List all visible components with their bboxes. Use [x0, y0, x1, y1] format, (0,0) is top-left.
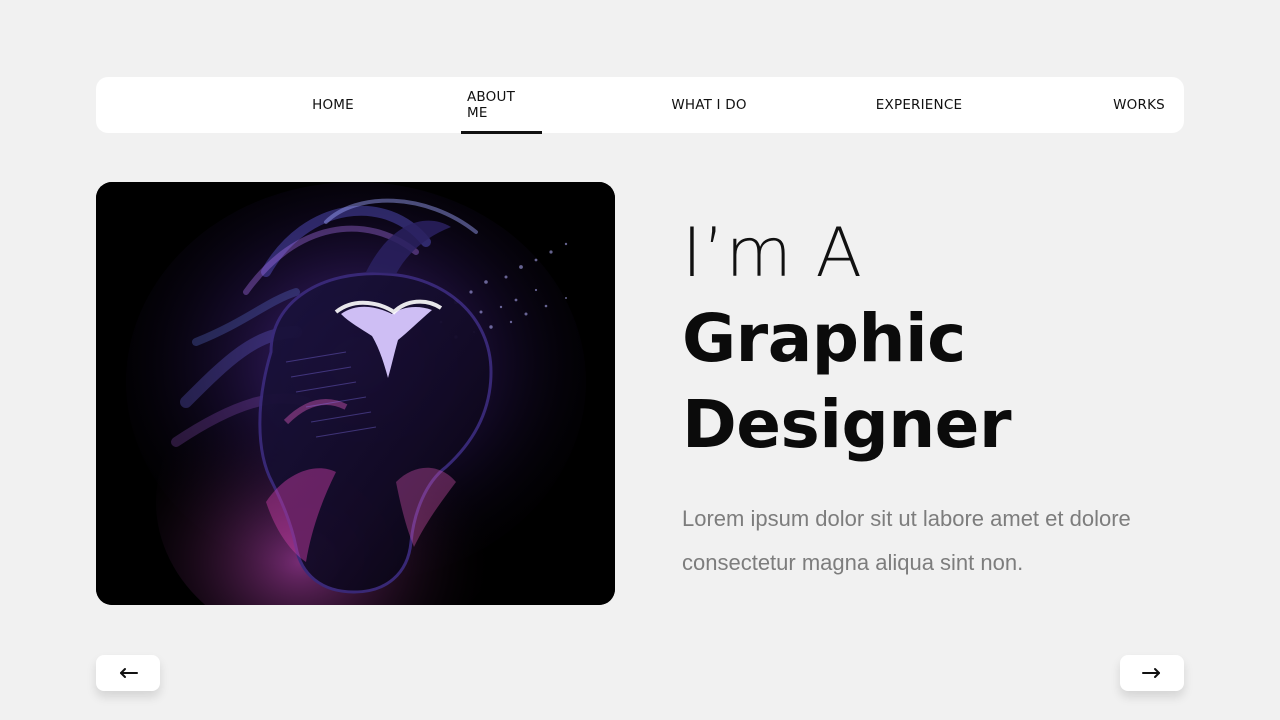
previous-button[interactable] — [96, 655, 160, 691]
arrow-left-icon — [120, 668, 138, 678]
next-button[interactable] — [1120, 655, 1184, 691]
neon-helmet-artwork — [96, 182, 615, 605]
nav-experience[interactable]: EXPERIENCE — [870, 77, 968, 133]
nav-what-i-do[interactable]: WHAT I DO — [663, 77, 755, 133]
nav-works[interactable]: WORKS — [1104, 77, 1174, 133]
headline-designer: Designer — [682, 386, 1012, 463]
nav-about-me[interactable]: ABOUT ME — [461, 77, 542, 134]
arrow-right-icon — [1142, 668, 1160, 678]
hero-description: Lorem ipsum dolor sit ut labore amet et … — [682, 506, 1131, 575]
headline-graphic: Graphic — [682, 300, 966, 377]
top-navigation: HOME ABOUT ME WHAT I DO EXPERIENCE WORKS — [96, 77, 1184, 134]
hero-image — [96, 182, 615, 605]
nav-home[interactable]: HOME — [296, 77, 370, 133]
headline-intro: I’m A — [682, 214, 864, 293]
